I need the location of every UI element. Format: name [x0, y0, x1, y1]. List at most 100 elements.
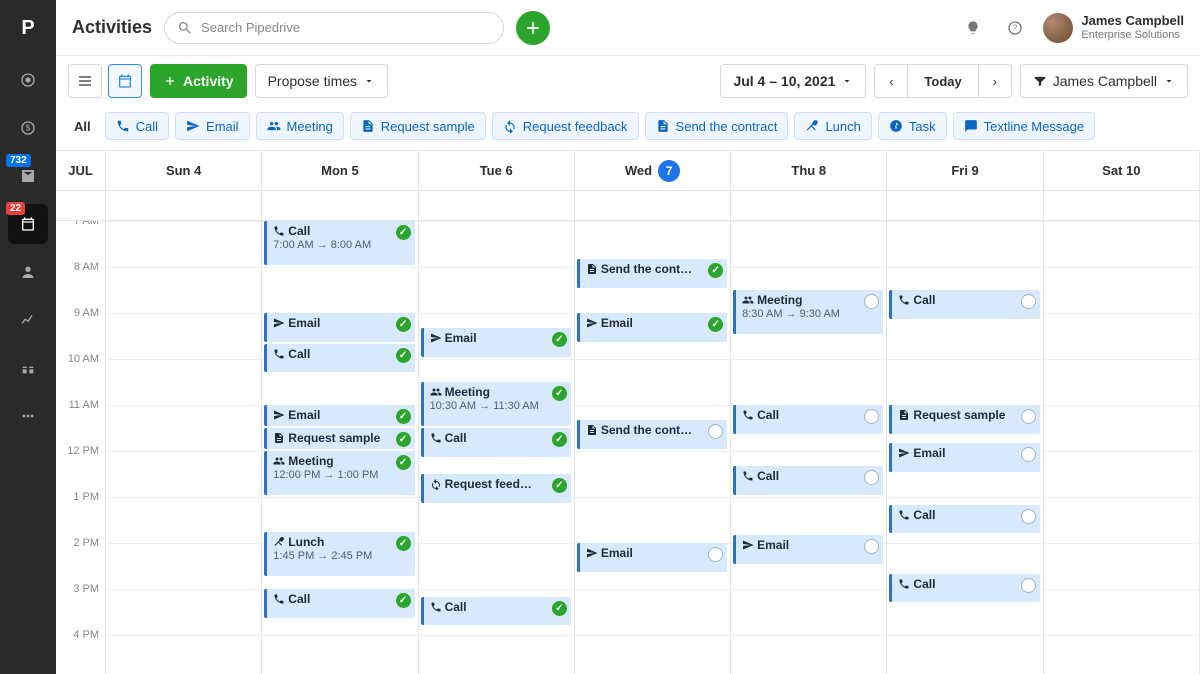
status-done-icon[interactable]: [396, 593, 411, 608]
event-email[interactable]: Email: [889, 443, 1039, 472]
filter-chip-request-feedback[interactable]: Request feedback: [492, 112, 639, 140]
event-call[interactable]: Call: [889, 574, 1039, 602]
status-open-icon[interactable]: [708, 424, 723, 439]
day-header[interactable]: Thu 8: [731, 151, 887, 190]
help-icon[interactable]: ?: [1001, 14, 1029, 42]
event-lunch[interactable]: Lunch1:45 PM → 2:45 PM: [264, 532, 414, 576]
event-call[interactable]: Call: [264, 589, 414, 618]
view-calendar[interactable]: [108, 64, 142, 98]
day-column[interactable]: Send the cont… Email Send the cont… Email: [575, 221, 731, 674]
event-email[interactable]: Email: [577, 543, 727, 572]
nav-more[interactable]: [8, 396, 48, 436]
event-request-sample[interactable]: Request sample: [889, 405, 1039, 434]
day-column[interactable]: EmailMeeting10:30 AM → 11:30 AMCallReque…: [419, 221, 575, 674]
status-done-icon[interactable]: [552, 386, 567, 401]
day-header[interactable]: Mon 5: [262, 151, 418, 190]
next-week-button[interactable]: ›: [978, 64, 1012, 98]
search-input[interactable]: Search Pipedrive: [164, 12, 504, 44]
event-call[interactable]: Call7:00 AM → 8:00 AM: [264, 221, 414, 265]
user-menu[interactable]: James Campbell Enterprise Solutions: [1043, 13, 1184, 43]
day-column[interactable]: [1044, 221, 1200, 674]
day-header[interactable]: Fri 9: [887, 151, 1043, 190]
status-done-icon[interactable]: [708, 263, 723, 278]
status-done-icon[interactable]: [396, 225, 411, 240]
event-request-sample[interactable]: Request sample: [264, 428, 414, 449]
status-open-icon[interactable]: [1021, 409, 1036, 424]
nav-contacts[interactable]: [8, 252, 48, 292]
avatar: [1043, 13, 1073, 43]
status-done-icon[interactable]: [552, 601, 567, 616]
day-header[interactable]: Wed7: [575, 151, 731, 190]
event-call[interactable]: Call: [421, 428, 571, 457]
event-meeting[interactable]: Meeting10:30 AM → 11:30 AM: [421, 382, 571, 426]
event-send-the-cont-[interactable]: Send the cont…: [577, 420, 727, 449]
status-done-icon[interactable]: [552, 478, 567, 493]
nav-mail[interactable]: 732: [8, 156, 48, 196]
day-header[interactable]: Tue 6: [419, 151, 575, 190]
filter-chip-request-sample[interactable]: Request sample: [350, 112, 486, 140]
status-open-icon[interactable]: [864, 294, 879, 309]
status-open-icon[interactable]: [1021, 447, 1036, 462]
filter-chip-task[interactable]: Task: [878, 112, 947, 140]
tips-icon[interactable]: [959, 14, 987, 42]
status-open-icon[interactable]: [708, 547, 723, 562]
event-meeting[interactable]: Meeting12:00 PM → 1:00 PM: [264, 451, 414, 495]
status-done-icon[interactable]: [552, 432, 567, 447]
filter-all[interactable]: All: [68, 119, 97, 134]
status-done-icon[interactable]: [708, 317, 723, 332]
day-header[interactable]: Sat 10: [1044, 151, 1200, 190]
status-done-icon[interactable]: [396, 432, 411, 447]
filter-chip-meeting[interactable]: Meeting: [256, 112, 344, 140]
filter-chip-textline-message[interactable]: Textline Message: [953, 112, 1095, 140]
event-call[interactable]: Call: [889, 505, 1039, 533]
user-filter-button[interactable]: James Campbell: [1020, 64, 1188, 98]
nav-activities[interactable]: 22: [8, 204, 48, 244]
event-meeting[interactable]: Meeting8:30 AM → 9:30 AM: [733, 290, 883, 334]
status-done-icon[interactable]: [396, 536, 411, 551]
event-call[interactable]: Call: [264, 344, 414, 372]
view-list[interactable]: [68, 64, 102, 98]
event-call[interactable]: Call: [889, 290, 1039, 319]
event-email[interactable]: Email: [733, 535, 883, 564]
status-open-icon[interactable]: [864, 470, 879, 485]
filter-chip-email[interactable]: Email: [175, 112, 250, 140]
day-column[interactable]: Call Request sample Email Call Call: [887, 221, 1043, 674]
status-open-icon[interactable]: [1021, 509, 1036, 524]
propose-times-button[interactable]: Propose times: [255, 64, 388, 98]
day-column[interactable]: [106, 221, 262, 674]
event-call[interactable]: Call: [421, 597, 571, 625]
filter-chip-call[interactable]: Call: [105, 112, 169, 140]
status-done-icon[interactable]: [552, 332, 567, 347]
event-email[interactable]: Email: [577, 313, 727, 342]
status-open-icon[interactable]: [864, 409, 879, 424]
add-activity-button[interactable]: Activity: [150, 64, 247, 98]
event-email[interactable]: Email: [264, 405, 414, 426]
filter-chip-send-the-contract[interactable]: Send the contract: [645, 112, 789, 140]
status-done-icon[interactable]: [396, 317, 411, 332]
event-email[interactable]: Email: [421, 328, 571, 357]
status-open-icon[interactable]: [1021, 578, 1036, 593]
event-email[interactable]: Email: [264, 313, 414, 342]
prev-week-button[interactable]: ‹: [874, 64, 908, 98]
event-request-feed-[interactable]: Request feed…: [421, 474, 571, 503]
status-done-icon[interactable]: [396, 409, 411, 424]
status-done-icon[interactable]: [396, 348, 411, 363]
status-done-icon[interactable]: [396, 455, 411, 470]
nav-focus[interactable]: [8, 60, 48, 100]
day-column[interactable]: Meeting8:30 AM → 9:30 AM Call Call Email: [731, 221, 887, 674]
event-send-the-cont-[interactable]: Send the cont…: [577, 259, 727, 288]
today-button[interactable]: Today: [908, 64, 977, 98]
status-open-icon[interactable]: [1021, 294, 1036, 309]
date-range-button[interactable]: Jul 4 – 10, 2021: [720, 64, 866, 98]
event-call[interactable]: Call: [733, 466, 883, 495]
day-column[interactable]: Call7:00 AM → 8:00 AMEmailCallEmailReque…: [262, 221, 418, 674]
add-button[interactable]: [516, 11, 550, 45]
email-icon: [586, 547, 598, 559]
nav-insights[interactable]: [8, 300, 48, 340]
day-header[interactable]: Sun 4: [106, 151, 262, 190]
nav-products[interactable]: [8, 348, 48, 388]
nav-deals[interactable]: $: [8, 108, 48, 148]
status-open-icon[interactable]: [864, 539, 879, 554]
filter-chip-lunch[interactable]: Lunch: [794, 112, 871, 140]
event-call[interactable]: Call: [733, 405, 883, 434]
